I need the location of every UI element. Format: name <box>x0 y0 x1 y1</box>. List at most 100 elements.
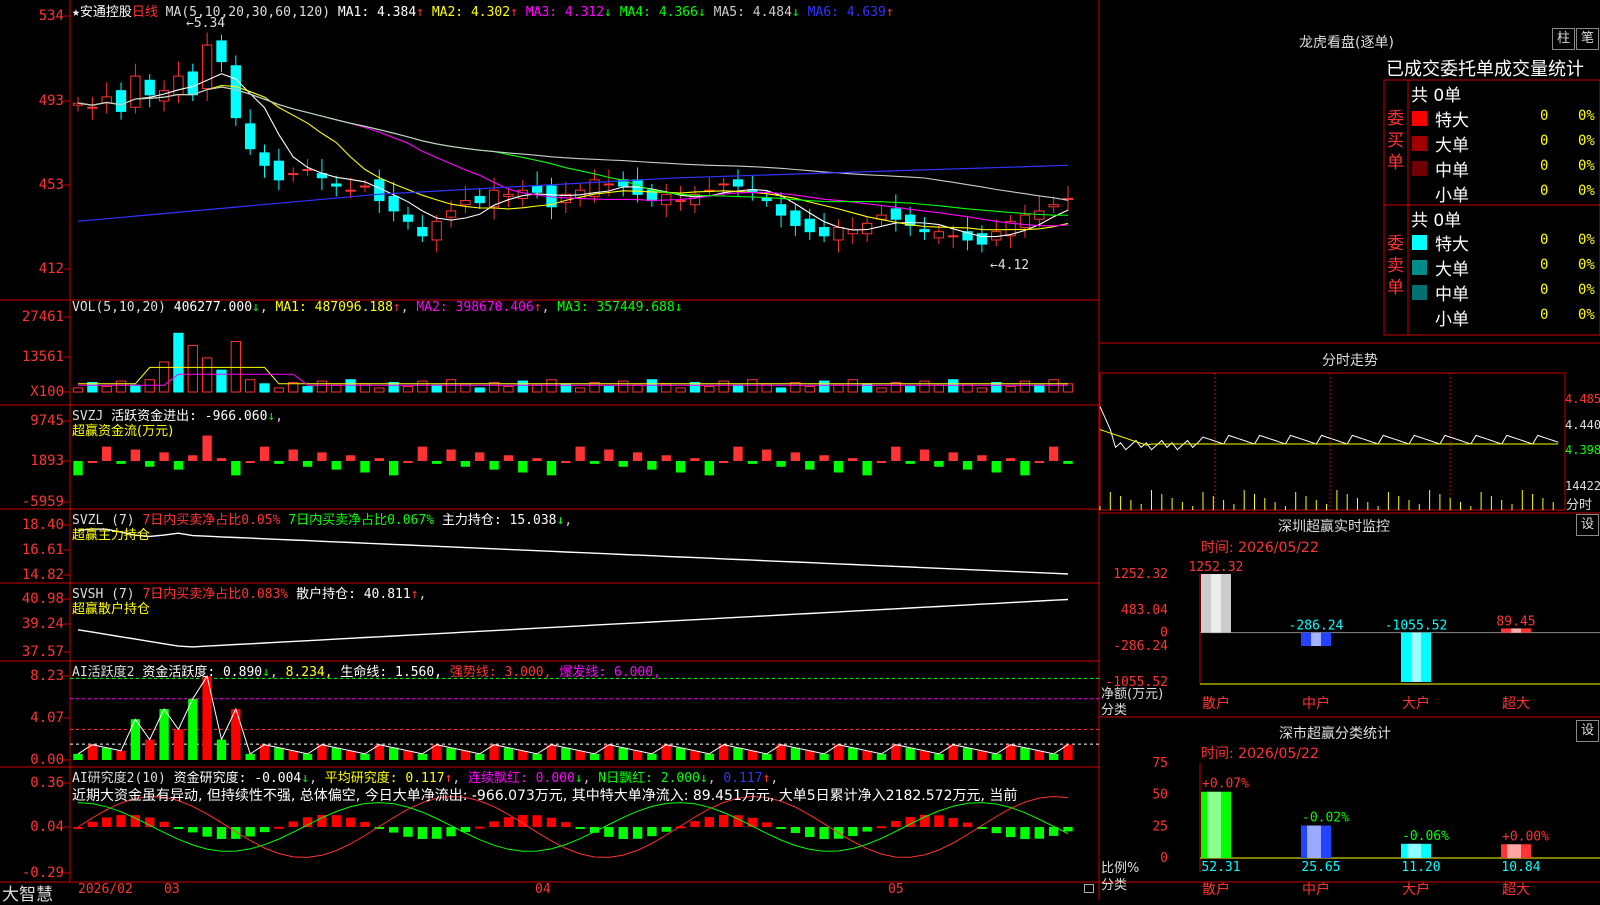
research-bar <box>446 827 456 837</box>
monitor-settings-button[interactable]: 设 <box>1576 514 1599 536</box>
fundflow-bar <box>518 461 528 473</box>
monitor-value-label: 89.45 <box>1496 614 1535 629</box>
candle-body <box>273 160 285 181</box>
fundflow-bar <box>102 446 112 461</box>
y-tick-label: 0.04 <box>30 819 64 835</box>
activity-bar <box>905 747 915 760</box>
sell-label-1: 大单 <box>1435 260 1469 280</box>
y-tick-label: 14.82 <box>22 567 64 583</box>
svsh-text1: 7日内买卖净占比0.083% <box>142 587 289 602</box>
volume-bar <box>1034 384 1045 393</box>
sz-monitor-title: 深圳超赢实时监控 <box>1278 519 1390 535</box>
fundflow-bar <box>733 446 743 461</box>
vol-header: VOL(5,10,20) 406277.000↓, MA1: 487096.18… <box>72 300 683 315</box>
fundflow-bar <box>403 461 413 463</box>
buy-swatch-1 <box>1412 136 1427 151</box>
candle-body <box>359 185 371 188</box>
activity-bar <box>618 747 628 760</box>
fundflow-bar <box>1048 446 1059 461</box>
activity-bar <box>762 753 772 760</box>
research-bar <box>661 827 671 832</box>
vol-ma1: MA1: 487096.188 <box>275 300 393 315</box>
arrow-up-icon: ↑ <box>885 5 894 20</box>
activity-bar <box>73 753 83 760</box>
research-bar <box>202 827 212 837</box>
ma20-line <box>77 86 1069 227</box>
ai-research-title: AI研究度2(10) <box>72 771 166 786</box>
volume-bar <box>603 386 615 393</box>
volume-bar <box>445 379 457 393</box>
sell-swatch-2 <box>1412 285 1427 300</box>
fundflow-bar <box>848 458 858 461</box>
research-bar <box>819 827 829 840</box>
intraday-title[interactable]: 分时走势 <box>1322 350 1378 370</box>
period-label[interactable]: 日线 <box>132 5 158 20</box>
fundflow-bar <box>876 461 887 463</box>
research-bar <box>532 815 542 827</box>
classify-settings-button[interactable]: 设 <box>1576 720 1599 742</box>
volume-bar <box>245 379 256 393</box>
arrow-down-icon: ↓ <box>252 300 260 315</box>
y-tick-label: X100 <box>30 384 64 400</box>
research-bar <box>1034 827 1044 839</box>
buy-count-1: 0 <box>1540 133 1549 149</box>
fundflow-bar <box>259 446 270 461</box>
ai-active-t5: 爆发线: 6.000, <box>559 665 661 680</box>
activity-bar <box>690 750 700 760</box>
lock-icon[interactable] <box>1084 884 1094 893</box>
volume-bar <box>833 384 844 393</box>
research-bar <box>388 827 399 833</box>
research-bar <box>489 821 499 827</box>
activity-bar <box>345 750 356 760</box>
research-bar <box>891 820 901 827</box>
y-tick-label: 493 <box>39 93 64 109</box>
research-bar <box>690 821 700 827</box>
intraday-avg-line <box>1099 429 1559 446</box>
activity-bar <box>274 747 284 760</box>
classify-change-label: +0.07% <box>1202 777 1249 792</box>
classify-value-label: 25.65 <box>1301 860 1340 875</box>
intraday-button[interactable]: 分时 <box>1566 494 1592 513</box>
ai-research-t3: 连续飘红: 0.000 <box>468 771 575 786</box>
volume-bar <box>818 380 830 393</box>
fundflow-bar <box>73 461 83 476</box>
volume-bar <box>546 379 557 393</box>
classify-title: 深市超赢分类统计 <box>1279 726 1391 742</box>
candle-body <box>302 168 313 171</box>
volume-bar <box>144 379 155 393</box>
fundflow-bar <box>905 461 915 464</box>
svzl-subtitle: 超赢主力持仓 <box>72 528 151 543</box>
classify-category-label: 大户 <box>1402 881 1430 898</box>
candle-body <box>417 227 428 237</box>
activity-line <box>77 675 1069 755</box>
main-chart-canvas[interactable]: 534 493 453 412 27461 13561 X100 9745 1893 -5959 1… <box>0 0 1600 900</box>
fundflow-bar <box>919 449 930 461</box>
candle-body <box>818 227 830 237</box>
fundflow-bar <box>948 452 958 461</box>
bar-mode-button[interactable]: 柱 <box>1552 28 1575 50</box>
monitor-category-label: 超大 <box>1502 696 1530 712</box>
fundflow-bar <box>632 452 643 461</box>
vol-ma2: MA2: 398670.406 <box>416 300 534 315</box>
buy-label-1: 大单 <box>1435 136 1469 156</box>
research-bar <box>934 815 944 827</box>
activity-bar <box>747 750 758 760</box>
research-bar <box>432 827 442 839</box>
volume-bar <box>575 387 586 393</box>
classify-category-label: 中户 <box>1302 881 1330 898</box>
stock-name[interactable]: ★安通控股 <box>72 5 132 20</box>
activity-bar <box>302 753 313 760</box>
tick-mode-button[interactable]: 笔 <box>1576 28 1599 50</box>
volume-bar <box>345 379 356 393</box>
y-tick-label: 39.24 <box>22 616 64 632</box>
fundflow-bar <box>159 452 169 461</box>
volume-bar <box>402 386 414 393</box>
monitor-bar-highlight <box>1311 632 1321 646</box>
sell-total: 共 0单 <box>1411 211 1462 231</box>
volume-bar <box>747 379 758 393</box>
volume-bar <box>718 380 729 393</box>
activity-bar <box>991 753 1001 760</box>
research-bar <box>102 817 112 827</box>
volume-bar <box>933 384 945 393</box>
research-bar <box>805 827 815 838</box>
